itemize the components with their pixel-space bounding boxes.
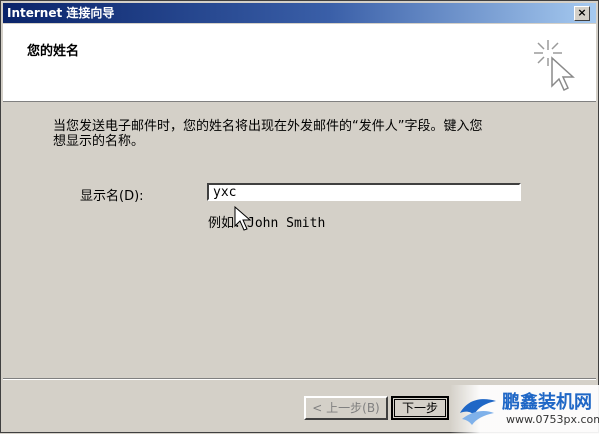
- watermark-name: 鹏鑫装机网: [502, 392, 592, 413]
- example-name: John Smith: [247, 216, 326, 231]
- description-text: 当您发送电子邮件时，您的姓名将出现在外发邮件的“发件人”字段。键入您 想显示的名…: [53, 119, 573, 149]
- watermark-logo-icon: [460, 399, 496, 425]
- window-title: Internet 连接向导: [7, 6, 115, 20]
- example-hint: 例如：John Smith: [208, 212, 325, 231]
- watermark-url: www.0753px.com: [506, 413, 599, 426]
- description-line: 当您发送电子邮件时，您的姓名将出现在外发邮件的“发件人”字段。键入您: [53, 119, 483, 134]
- description-line: 想显示的名称。: [53, 134, 145, 149]
- mouse-pointer-icon: [234, 206, 252, 231]
- close-button[interactable]: ×: [574, 6, 590, 21]
- wizard-window: Internet 连接向导 × 您的姓名 当您发送电子邮件时，您的姓名将出现在外…: [0, 0, 599, 434]
- display-name-input[interactable]: [207, 183, 521, 201]
- title-bar[interactable]: Internet 连接向导 ×: [3, 3, 596, 23]
- back-button[interactable]: < 上一步(B): [304, 396, 388, 420]
- next-button[interactable]: 下一步: [391, 396, 449, 420]
- footer-divider: [3, 378, 596, 380]
- site-watermark: 鹏鑫装机网 www.0753px.com: [450, 385, 599, 434]
- display-name-label: 显示名(D):: [80, 189, 144, 204]
- wizard-header: 您的姓名: [3, 24, 596, 102]
- page-title: 您的姓名: [27, 44, 80, 59]
- wizard-sparkle-cursor-icon: [534, 40, 575, 92]
